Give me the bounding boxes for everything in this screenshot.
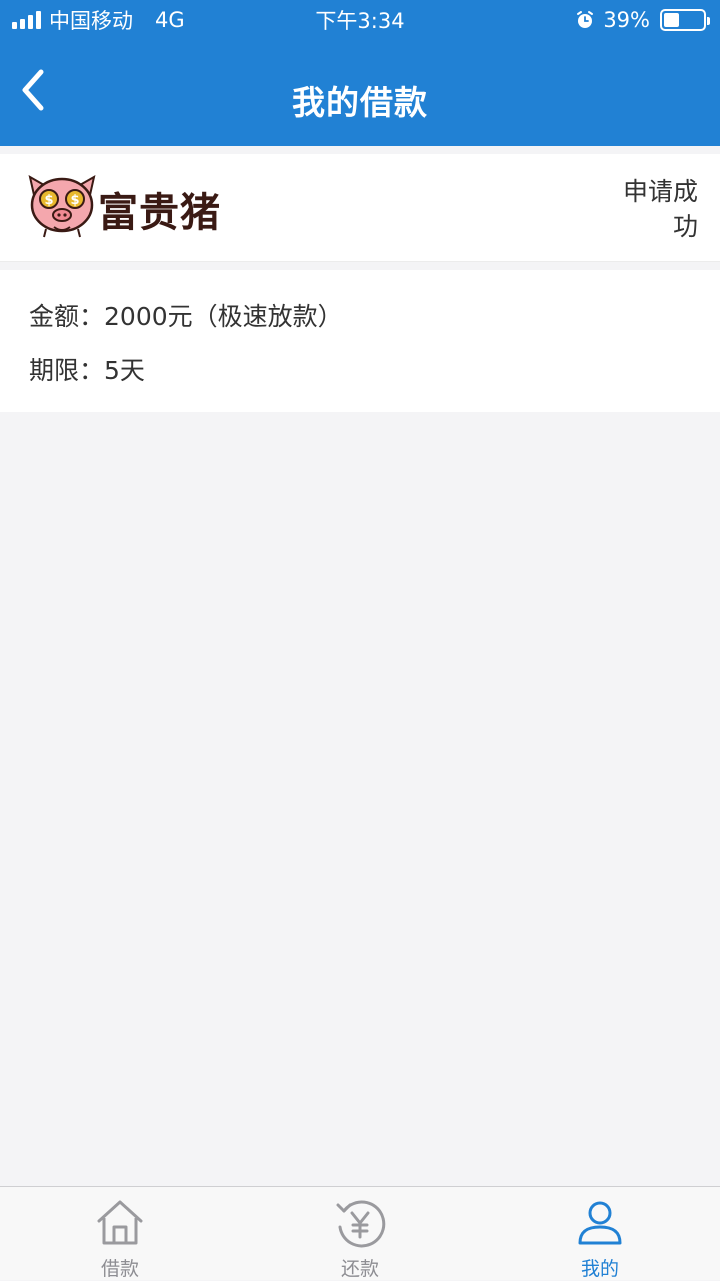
term-row: 期限： 5天: [29, 351, 145, 387]
status-time: 下午3:34: [315, 9, 405, 33]
repay-yen-icon: [336, 1200, 386, 1248]
alarm-icon: [577, 11, 594, 28]
user-icon: [578, 1201, 622, 1245]
battery-tip: [707, 17, 710, 25]
battery-percent: 39%: [603, 8, 650, 32]
tab-borrow[interactable]: 借款: [0, 1187, 240, 1281]
status-bar: 中国移动 4G 下午3:34 39%: [0, 0, 720, 40]
navigation-bar: 我的借款: [0, 40, 720, 146]
tab-mine-label: 我的: [580, 1258, 619, 1280]
home-icon: [97, 1200, 143, 1245]
pig-logo-icon: $ $: [28, 175, 96, 238]
lender-name: 富贵猪: [98, 190, 221, 236]
tab-bar: 借款 还款 我的: [0, 1186, 720, 1280]
term-value: 5天: [104, 356, 145, 385]
tab-borrow-label: 借款: [100, 1258, 139, 1280]
svg-text:$: $: [44, 193, 53, 208]
loan-card-header[interactable]: $ $ 富贵猪 申请成功: [0, 154, 720, 262]
tab-repay[interactable]: 还款: [240, 1187, 480, 1281]
tab-repay-label: 还款: [340, 1258, 379, 1280]
loan-details: 金额： 2000元（极速放款） 期限： 5天: [0, 270, 720, 412]
loan-status: 申请成功: [622, 177, 698, 241]
status-right: 39%: [575, 0, 710, 40]
svg-text:$: $: [70, 193, 79, 208]
battery-level: [664, 13, 679, 27]
amount-label: 金额：: [29, 302, 105, 331]
battery-icon: [660, 9, 710, 31]
amount-row: 金额： 2000元（极速放款）: [29, 297, 343, 333]
amount-value: 2000元（极速放款）: [104, 302, 343, 331]
tab-mine[interactable]: 我的: [480, 1187, 720, 1281]
term-label: 期限：: [29, 356, 105, 385]
page-title: 我的借款: [292, 83, 428, 122]
